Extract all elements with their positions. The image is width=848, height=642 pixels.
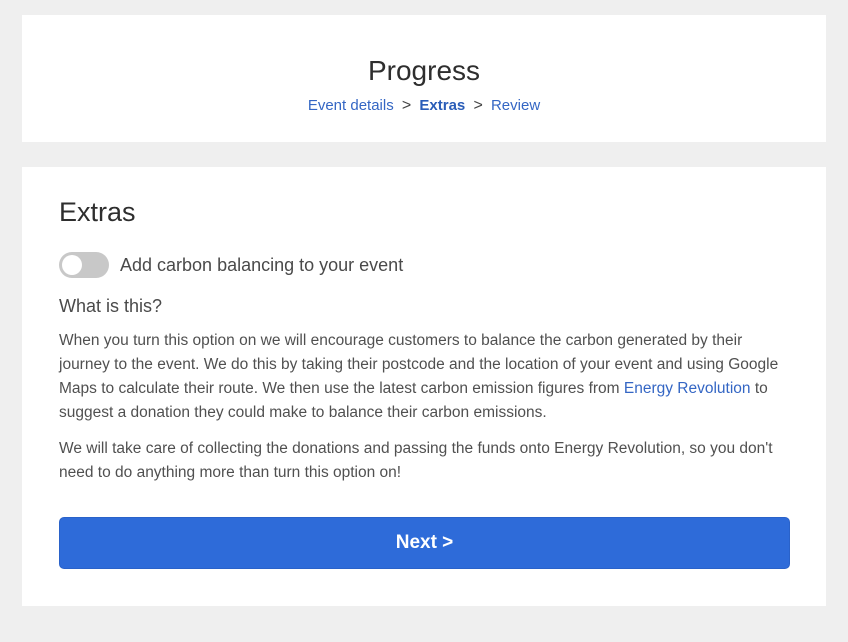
breadcrumb-extras[interactable]: Extras bbox=[419, 97, 465, 114]
carbon-balancing-toggle-row: Add carbon balancing to your event bbox=[59, 252, 403, 278]
extras-heading: Extras bbox=[59, 197, 136, 227]
breadcrumb-review[interactable]: Review bbox=[491, 97, 540, 114]
breadcrumb-event-details[interactable]: Event details bbox=[308, 97, 394, 114]
breadcrumb-separator: > bbox=[401, 97, 412, 114]
donations-description: We will take care of collecting the dona… bbox=[59, 440, 773, 481]
breadcrumb: Event details > Extras > Review bbox=[22, 97, 826, 115]
extras-card: Extras Add carbon balancing to your even… bbox=[22, 167, 826, 606]
carbon-balancing-description: When you turn this option on we will enc… bbox=[59, 329, 779, 425]
breadcrumb-separator: > bbox=[473, 97, 483, 114]
progress-title: Progress bbox=[367, 55, 481, 86]
energy-revolution-link[interactable]: Energy Revolution bbox=[624, 380, 751, 397]
carbon-balancing-toggle-label[interactable]: Add carbon balancing to your event bbox=[120, 255, 403, 276]
toggle-knob bbox=[62, 255, 82, 275]
what-is-this-heading: What is this? bbox=[59, 296, 163, 316]
carbon-balancing-toggle[interactable] bbox=[59, 252, 109, 278]
progress-card: Progress Event details > Extras > Review bbox=[22, 15, 826, 142]
next-button[interactable]: Next > bbox=[59, 517, 790, 569]
